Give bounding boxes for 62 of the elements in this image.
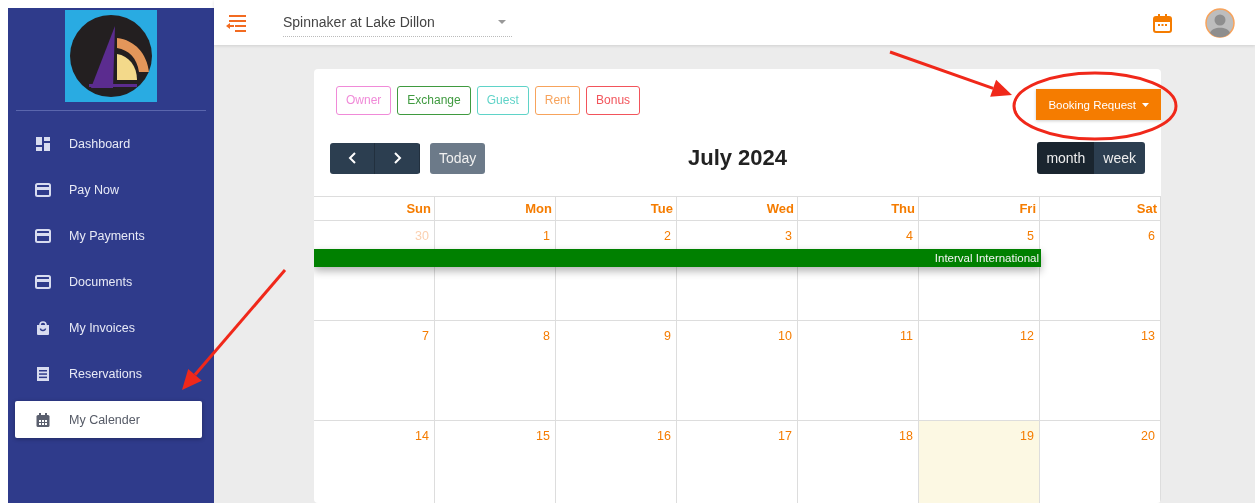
day-number: 9 — [664, 329, 671, 343]
nav-item[interactable]: Pay Now — [15, 171, 202, 208]
view-tab[interactable]: week — [1094, 142, 1145, 174]
weekday-header: Wed — [677, 197, 798, 221]
caret-icon — [498, 20, 506, 24]
day-number: 18 — [899, 429, 913, 443]
weekday-header: Mon — [435, 197, 556, 221]
card-icon[interactable] — [35, 227, 51, 244]
day-number: 11 — [900, 329, 913, 343]
weekday-header: Tue — [556, 197, 677, 221]
view-tab[interactable]: month — [1037, 142, 1095, 174]
day-number: 15 — [536, 429, 550, 443]
list-icon[interactable] — [35, 365, 51, 382]
bag-icon[interactable] — [35, 319, 51, 336]
day-number: 12 — [1020, 329, 1034, 343]
today-button[interactable]: Today — [430, 142, 486, 174]
day-number: 7 — [422, 329, 429, 343]
nav-item[interactable]: My Calender — [15, 401, 202, 438]
day-number: 17 — [778, 429, 792, 443]
day-number: 20 — [1141, 429, 1155, 443]
day-number: 13 — [1141, 329, 1155, 343]
weekday-header: Fri — [919, 197, 1040, 221]
calendar-icon[interactable] — [35, 411, 51, 428]
day-number: 8 — [543, 329, 550, 343]
nav-item[interactable]: My Invoices — [15, 309, 202, 346]
day-number: 30 — [415, 229, 429, 243]
legend-tag: Rent — [534, 86, 581, 115]
legend-tag: Guest — [476, 86, 529, 115]
property-select[interactable]: Spinnaker at Lake Dillon — [283, 8, 512, 37]
chevron-right-icon — [392, 152, 402, 164]
day-number: 2 — [664, 229, 671, 243]
day-number: 4 — [906, 229, 913, 243]
nav-item[interactable]: Dashboard — [15, 125, 202, 162]
day-number: 16 — [657, 429, 671, 443]
next-button[interactable] — [375, 142, 420, 174]
chevron-left-icon — [347, 152, 357, 164]
previous-button[interactable] — [330, 142, 375, 174]
nav-item[interactable]: Reservations — [15, 355, 202, 392]
avatar-icon[interactable] — [1205, 7, 1235, 38]
day-number: 1 — [543, 229, 550, 243]
weekday-header: Sun — [314, 197, 435, 221]
card-icon[interactable] — [35, 181, 51, 198]
calendar-title: July 2024 — [687, 145, 788, 171]
nav-item[interactable]: Documents — [15, 263, 202, 300]
event-bar[interactable]: Interval International — [314, 249, 1041, 267]
day-number: 14 — [415, 429, 429, 443]
day-number: 5 — [1027, 229, 1034, 243]
weekday-header: Sat — [1040, 197, 1161, 221]
legend-tag: Bonus — [586, 86, 641, 115]
weekday-header: Thu — [798, 197, 919, 221]
menu-icon — [226, 13, 246, 32]
day-number: 19 — [1020, 429, 1034, 443]
calendar-icon[interactable] — [1153, 12, 1172, 33]
nav-item[interactable]: My Payments — [15, 217, 202, 254]
day-number: 3 — [785, 229, 792, 243]
caret-icon — [1142, 102, 1149, 107]
day-number: 6 — [1148, 229, 1155, 243]
card-icon[interactable] — [35, 273, 51, 290]
day-number: 10 — [778, 329, 792, 343]
dashboard-icon[interactable] — [35, 135, 51, 152]
legend-tag: Owner — [336, 86, 392, 115]
legend-tag: Exchange — [397, 86, 471, 115]
